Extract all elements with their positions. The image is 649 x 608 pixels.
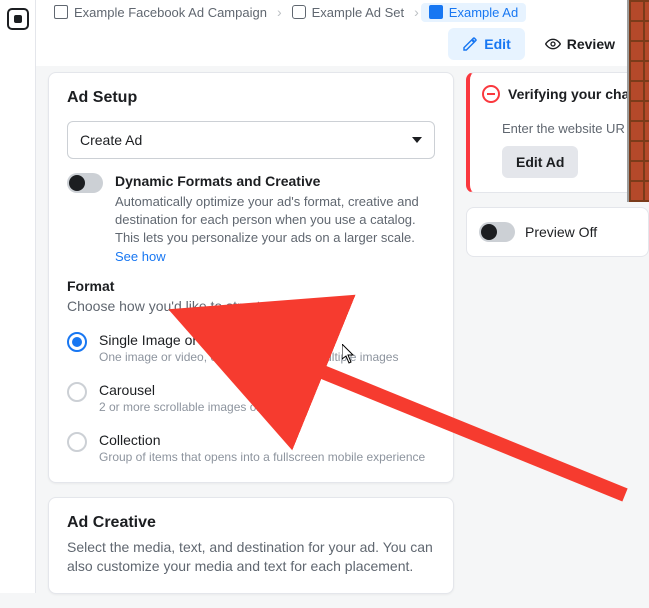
ad-creative-desc: Select the media, text, and destination …	[67, 538, 435, 577]
top-bar: Example Facebook Ad Campaign › Example A…	[36, 0, 649, 66]
format-sub: Choose how you'd like to structure your …	[67, 298, 435, 314]
ad-setup-card: Ad Setup Create Ad Dynamic Formats and C…	[48, 72, 454, 483]
format-option-carousel[interactable]: Carousel 2 or more scrollable images or …	[67, 376, 435, 426]
verify-subtext: Enter the website UR	[502, 121, 636, 136]
ad-creative-heading: Ad Creative	[67, 514, 435, 532]
create-ad-select[interactable]: Create Ad	[67, 121, 435, 159]
review-button[interactable]: Review	[531, 28, 629, 60]
breadcrumb-ad[interactable]: Example Ad	[421, 3, 526, 22]
format-option-title: Collection	[99, 432, 435, 448]
create-ad-select-value: Create Ad	[80, 132, 142, 148]
radio-icon	[67, 332, 87, 352]
preview-toggle[interactable]	[479, 222, 515, 242]
breadcrumb: Example Facebook Ad Campaign › Example A…	[36, 0, 649, 22]
preview-label: Preview Off	[525, 224, 597, 240]
rail-item-more-2[interactable]	[5, 108, 31, 134]
rail-item-more-1[interactable]	[5, 74, 31, 100]
ad-setup-heading: Ad Setup	[67, 89, 435, 107]
radio-icon	[67, 432, 87, 452]
edit-button-label: Edit	[484, 36, 510, 52]
breadcrumb-adset[interactable]: Example Ad Set	[284, 3, 413, 22]
right-column: Verifying your chang Enter the website U…	[466, 72, 649, 257]
review-button-label: Review	[567, 36, 615, 52]
format-option-title: Single Image or Video	[99, 332, 435, 348]
radio-icon	[67, 382, 87, 402]
dynamic-formats-desc: Automatically optimize your ad's format,…	[115, 193, 435, 248]
top-actions: Edit Review	[448, 28, 629, 60]
folder-icon	[54, 5, 68, 19]
breadcrumb-adset-label: Example Ad Set	[312, 5, 405, 20]
pencil-icon	[462, 36, 478, 52]
eye-icon	[545, 36, 561, 52]
rail-item-overview[interactable]	[5, 8, 31, 34]
breadcrumb-campaign-label: Example Facebook Ad Campaign	[74, 5, 267, 20]
format-option-desc: Group of items that opens into a fullscr…	[99, 450, 435, 464]
ad-creative-card: Ad Creative Select the media, text, and …	[48, 497, 454, 594]
breadcrumb-campaign[interactable]: Example Facebook Ad Campaign	[46, 3, 275, 22]
main-column: Ad Setup Create Ad Dynamic Formats and C…	[48, 72, 454, 608]
verify-card: Verifying your chang Enter the website U…	[466, 72, 649, 193]
format-option-title: Carousel	[99, 382, 435, 398]
breadcrumb-ad-label: Example Ad	[449, 5, 518, 20]
chevron-right-icon: ›	[412, 4, 421, 20]
format-option-desc: 2 or more scrollable images or videos	[99, 400, 435, 414]
format-option-desc: One image or video, or a slideshow with …	[99, 350, 435, 364]
error-icon	[482, 85, 500, 103]
adset-icon	[292, 5, 306, 19]
verify-heading: Verifying your chang	[508, 86, 646, 102]
format-option-collection[interactable]: Collection Group of items that opens int…	[67, 426, 435, 466]
format-option-single[interactable]: Single Image or Video One image or video…	[67, 326, 435, 376]
left-rail	[0, 0, 36, 593]
see-how-link[interactable]: See how	[115, 249, 166, 264]
edit-button[interactable]: Edit	[448, 28, 524, 60]
chevron-down-icon	[412, 137, 422, 143]
dynamic-formats-toggle[interactable]	[67, 173, 103, 193]
ad-icon	[429, 5, 443, 19]
preview-card: Preview Off	[466, 207, 649, 257]
dynamic-formats-title: Dynamic Formats and Creative	[115, 173, 435, 189]
brick-background	[627, 0, 649, 202]
edit-ad-button[interactable]: Edit Ad	[502, 146, 578, 178]
chevron-right-icon: ›	[275, 4, 284, 20]
format-label: Format	[67, 278, 435, 294]
dynamic-formats-row: Dynamic Formats and Creative Automatical…	[67, 173, 435, 266]
